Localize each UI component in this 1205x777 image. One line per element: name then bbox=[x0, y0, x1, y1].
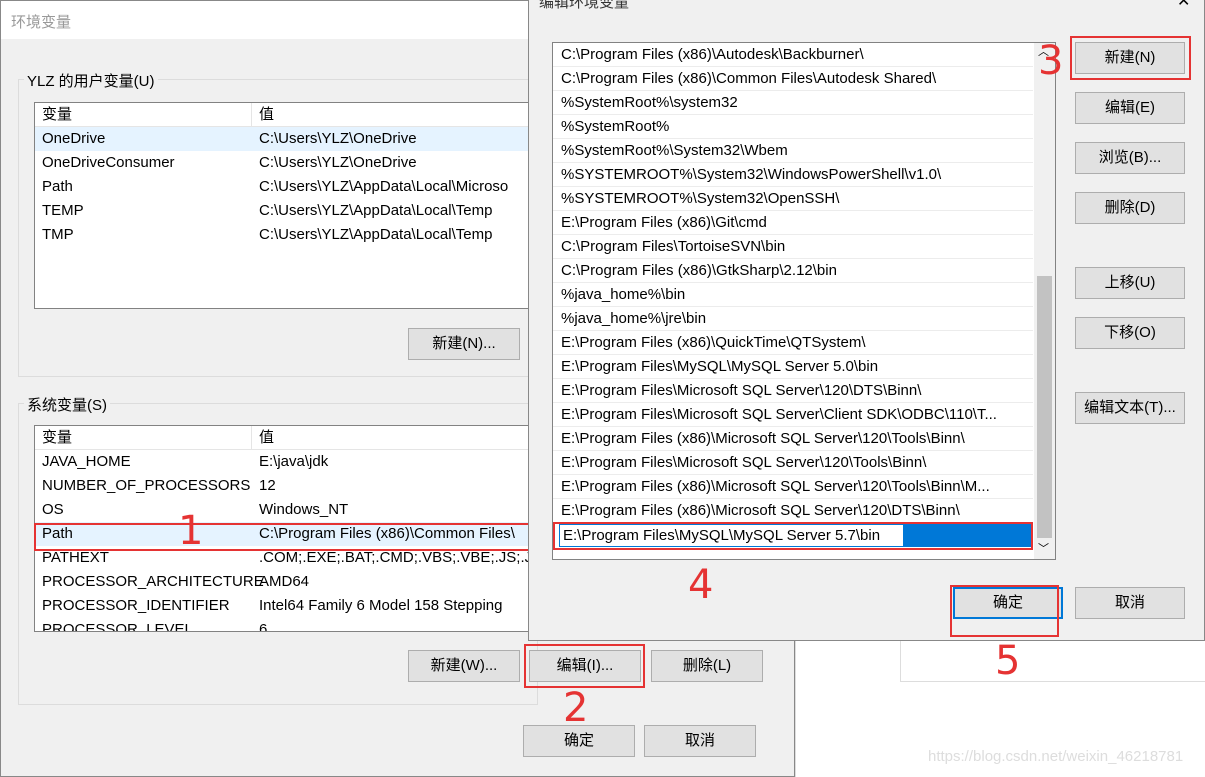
table-row[interactable]: OneDriveConsumer C:\Users\YLZ\OneDrive bbox=[35, 151, 543, 175]
path-entry[interactable]: %SystemRoot%\System32\Wbem bbox=[553, 139, 1033, 163]
highlight-edit-button bbox=[524, 644, 645, 688]
user-variables-table[interactable]: 变量值 OneDrive C:\Users\YLZ\OneDrive OneDriv… bbox=[34, 102, 544, 309]
table-header: 变量 值 bbox=[35, 426, 543, 450]
variable-name: PROCESSOR_LEVEL bbox=[42, 621, 193, 632]
user-new-button[interactable]: 新建(N)... bbox=[408, 328, 520, 360]
annotation-1: 1 bbox=[178, 508, 204, 554]
variable-name: OneDrive bbox=[42, 130, 106, 147]
user-variables-label: YLZ 的用户变量(U) bbox=[24, 70, 158, 91]
variable-name: JAVA_HOME bbox=[42, 453, 131, 470]
path-entry[interactable]: %SystemRoot%\system32 bbox=[553, 91, 1033, 115]
variable-value: 12 bbox=[259, 477, 276, 494]
move-down-button[interactable]: 下移(O) bbox=[1075, 317, 1185, 349]
table-row[interactable]: OS Windows_NT bbox=[35, 498, 543, 522]
table-row[interactable]: PROCESSOR_LEVEL 6 bbox=[35, 618, 543, 632]
variable-name: OS bbox=[42, 501, 64, 518]
annotation-5: 5 bbox=[995, 638, 1021, 684]
col-var[interactable]: 变量 bbox=[42, 103, 72, 127]
system-new-button[interactable]: 新建(W)... bbox=[408, 650, 520, 682]
edit-text-button[interactable]: 编辑文本(T)... bbox=[1075, 392, 1185, 424]
scrollbar[interactable]: ︿ ﹀ bbox=[1034, 43, 1055, 559]
table-header: 变量 值 bbox=[35, 103, 543, 127]
variable-value: C:\Users\YLZ\AppData\Local\Temp bbox=[259, 226, 493, 243]
variable-value: E:\java\jdk bbox=[259, 453, 329, 470]
scrollbar-thumb[interactable] bbox=[1037, 276, 1052, 538]
variable-value: C:\Users\YLZ\OneDrive bbox=[259, 130, 417, 147]
browse-button[interactable]: 浏览(B)... bbox=[1075, 142, 1185, 174]
path-entry[interactable]: %java_home%\bin bbox=[553, 283, 1033, 307]
path-entry[interactable]: E:\Program Files (x86)\Microsoft SQL Ser… bbox=[553, 427, 1033, 451]
path-entry[interactable]: E:\Program Files\MySQL\MySQL Server 5.0\… bbox=[553, 355, 1033, 379]
close-icon[interactable]: ✕ bbox=[1177, 0, 1190, 11]
annotation-2: 2 bbox=[563, 685, 589, 731]
variable-name: PROCESSOR_IDENTIFIER bbox=[42, 597, 230, 614]
env-cancel-button[interactable]: 取消 bbox=[644, 725, 756, 757]
path-entry[interactable]: E:\Program Files (x86)\Microsoft SQL Ser… bbox=[553, 475, 1033, 499]
edit-button[interactable]: 编辑(E) bbox=[1075, 92, 1185, 124]
path-entry[interactable]: E:\Program Files (x86)\Microsoft SQL Ser… bbox=[553, 499, 1033, 523]
scroll-down-icon[interactable]: ﹀ bbox=[1038, 540, 1049, 556]
path-entry[interactable]: %SYSTEMROOT%\System32\OpenSSH\ bbox=[553, 187, 1033, 211]
variable-value: C:\Users\YLZ\AppData\Local\Microso bbox=[259, 178, 509, 195]
variable-name: Path bbox=[42, 178, 73, 195]
table-row[interactable]: PROCESSOR_ARCHITECTURE AMD64 bbox=[35, 570, 543, 594]
col-var[interactable]: 变量 bbox=[42, 426, 72, 450]
col-val[interactable]: 值 bbox=[251, 426, 274, 450]
variable-value: C:\Users\YLZ\AppData\Local\Temp bbox=[259, 202, 493, 219]
path-entry[interactable]: E:\Program Files\Microsoft SQL Server\12… bbox=[553, 379, 1033, 403]
move-up-button[interactable]: 上移(U) bbox=[1075, 267, 1185, 299]
path-entry[interactable]: E:\Program Files (x86)\Git\cmd bbox=[553, 211, 1033, 235]
path-entry[interactable]: E:\Program Files\Microsoft SQL Server\12… bbox=[553, 451, 1033, 475]
path-entry[interactable]: E:\Program Files (x86)\QuickTime\QTSyste… bbox=[553, 331, 1033, 355]
highlight-new-entry bbox=[553, 522, 1033, 550]
path-entries-list[interactable]: C:\Program Files (x86)\Autodesk\Backburn… bbox=[552, 42, 1056, 560]
table-row[interactable]: PROCESSOR_IDENTIFIER Intel64 Family 6 Mod… bbox=[35, 594, 543, 618]
annotation-3: 3 bbox=[1038, 38, 1064, 84]
variable-name: PROCESSOR_ARCHITECTURE bbox=[42, 573, 264, 590]
path-entry[interactable]: %SystemRoot% bbox=[553, 115, 1033, 139]
path-entry[interactable]: C:\Program Files (x86)\Autodesk\Backburn… bbox=[553, 43, 1033, 67]
path-entry[interactable]: %java_home%\jre\bin bbox=[553, 307, 1033, 331]
highlight-new-button bbox=[1070, 36, 1191, 80]
variable-value: Intel64 Family 6 Model 158 Stepping bbox=[259, 597, 503, 614]
table-row[interactable]: OneDrive C:\Users\YLZ\OneDrive bbox=[35, 127, 543, 151]
path-entry[interactable]: C:\Program Files\TortoiseSVN\bin bbox=[553, 235, 1033, 259]
system-delete-button[interactable]: 删除(L) bbox=[651, 650, 763, 682]
variable-value: Windows_NT bbox=[259, 501, 349, 518]
table-row[interactable]: JAVA_HOME E:\java\jdk bbox=[35, 450, 543, 474]
table-row[interactable]: NUMBER_OF_PROCESSORS 12 bbox=[35, 474, 543, 498]
variable-name: NUMBER_OF_PROCESSORS bbox=[42, 477, 251, 494]
background-panel bbox=[900, 640, 1205, 682]
edit-cancel-button[interactable]: 取消 bbox=[1075, 587, 1185, 619]
annotation-4: 4 bbox=[688, 562, 714, 608]
table-row[interactable]: TEMP C:\Users\YLZ\AppData\Local\Temp bbox=[35, 199, 543, 223]
table-row[interactable]: TMP C:\Users\YLZ\AppData\Local\Temp bbox=[35, 223, 543, 247]
variable-value: C:\Users\YLZ\OneDrive bbox=[259, 154, 417, 171]
path-entry[interactable]: E:\Program Files\Microsoft SQL Server\Cl… bbox=[553, 403, 1033, 427]
path-entry[interactable]: C:\Program Files (x86)\Common Files\Auto… bbox=[553, 67, 1033, 91]
delete-button[interactable]: 删除(D) bbox=[1075, 192, 1185, 224]
variable-value: 6 bbox=[259, 621, 268, 632]
variable-name: TMP bbox=[42, 226, 74, 243]
system-variables-label: 系统变量(S) bbox=[24, 394, 110, 415]
highlight-ok-button bbox=[950, 585, 1059, 637]
dialog-title: 编辑环境变量 bbox=[539, 0, 630, 11]
path-entry[interactable]: %SYSTEMROOT%\System32\WindowsPowerShell\… bbox=[553, 163, 1033, 187]
variable-value: AMD64 bbox=[259, 573, 310, 590]
variable-name: TEMP bbox=[42, 202, 84, 219]
watermark: https://blog.csdn.net/weixin_46218781 bbox=[928, 748, 1184, 765]
highlight-path-row bbox=[34, 523, 536, 551]
col-val[interactable]: 值 bbox=[251, 103, 274, 127]
table-row[interactable]: Path C:\Users\YLZ\AppData\Local\Microso bbox=[35, 175, 543, 199]
variable-name: OneDriveConsumer bbox=[42, 154, 175, 171]
path-entry[interactable]: C:\Program Files (x86)\GtkSharp\2.12\bin bbox=[553, 259, 1033, 283]
